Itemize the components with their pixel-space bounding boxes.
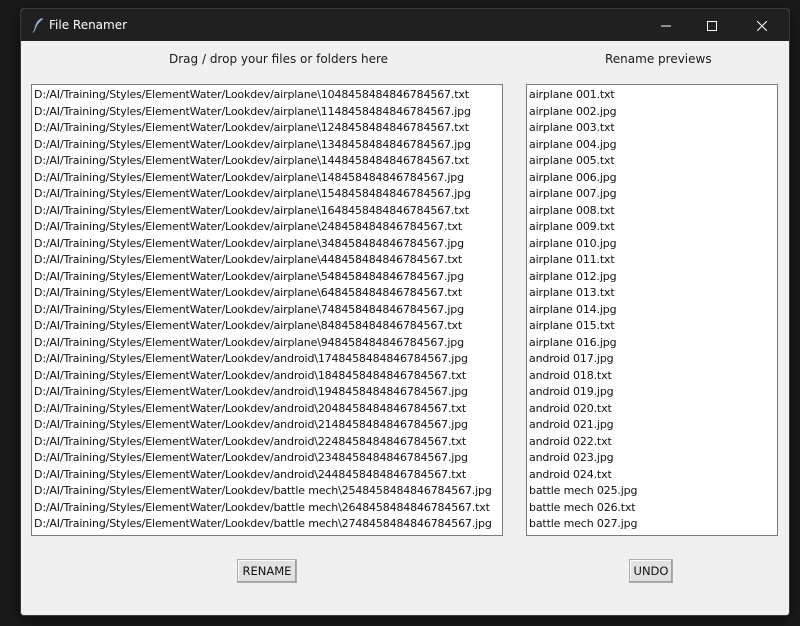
preview-list-item[interactable]: airplane 015.txt <box>529 318 777 335</box>
file-list-item[interactable]: D:/AI/Training/Styles/ElementWater/Lookd… <box>34 335 502 352</box>
preview-list-item[interactable]: airplane 006.jpg <box>529 170 777 187</box>
preview-list-item[interactable]: android 019.jpg <box>529 384 777 401</box>
minimize-button[interactable] <box>643 9 689 41</box>
preview-list-item[interactable]: airplane 005.txt <box>529 153 777 170</box>
close-button[interactable] <box>739 9 785 41</box>
file-list-item[interactable]: D:/AI/Training/Styles/ElementWater/Lookd… <box>34 318 502 335</box>
file-list-item[interactable]: D:/AI/Training/Styles/ElementWater/Lookd… <box>34 236 502 253</box>
file-list-item[interactable]: D:/AI/Training/Styles/ElementWater/Lookd… <box>34 368 502 385</box>
file-list-item[interactable]: D:/AI/Training/Styles/ElementWater/Lookd… <box>34 516 502 533</box>
file-list-item[interactable]: D:/AI/Training/Styles/ElementWater/Lookd… <box>34 153 502 170</box>
file-list-item[interactable]: D:/AI/Training/Styles/ElementWater/Lookd… <box>34 500 502 517</box>
preview-list-item[interactable]: airplane 010.jpg <box>529 236 777 253</box>
preview-list-item[interactable]: battle mech 027.jpg <box>529 516 777 533</box>
preview-list-item[interactable]: android 023.jpg <box>529 450 777 467</box>
preview-list-items: airplane 001.txt airplane 002.jpg airplane… <box>529 87 777 533</box>
preview-list-item[interactable]: airplane 001.txt <box>529 87 777 104</box>
preview-list-item[interactable]: airplane 013.txt <box>529 285 777 302</box>
feather-icon <box>31 17 45 33</box>
file-list-item[interactable]: D:/AI/Training/Styles/ElementWater/Lookd… <box>34 384 502 401</box>
undo-button[interactable]: UNDO <box>629 559 673 583</box>
previews-label: Rename previews <box>605 52 712 66</box>
file-list-item[interactable]: D:/AI/Training/Styles/ElementWater/Lookd… <box>34 219 502 236</box>
file-list-item[interactable]: D:/AI/Training/Styles/ElementWater/Lookd… <box>34 351 502 368</box>
file-list-item[interactable]: D:/AI/Training/Styles/ElementWater/Lookd… <box>34 483 502 500</box>
preview-list-item[interactable]: airplane 016.jpg <box>529 335 777 352</box>
preview-list-item[interactable]: airplane 003.txt <box>529 120 777 137</box>
preview-list-item[interactable]: android 024.txt <box>529 467 777 484</box>
preview-list-item[interactable]: airplane 012.jpg <box>529 269 777 286</box>
preview-list-item[interactable]: airplane 008.txt <box>529 203 777 220</box>
file-list-item[interactable]: D:/AI/Training/Styles/ElementWater/Lookd… <box>34 417 502 434</box>
preview-list-item[interactable]: android 021.jpg <box>529 417 777 434</box>
file-list-item[interactable]: D:/AI/Training/Styles/ElementWater/Lookd… <box>34 186 502 203</box>
preview-list-item[interactable]: airplane 009.txt <box>529 219 777 236</box>
preview-list-item[interactable]: airplane 004.jpg <box>529 137 777 154</box>
file-list-item[interactable]: D:/AI/Training/Styles/ElementWater/Lookd… <box>34 252 502 269</box>
file-list-item[interactable]: D:/AI/Training/Styles/ElementWater/Lookd… <box>34 203 502 220</box>
file-list-item[interactable]: D:/AI/Training/Styles/ElementWater/Lookd… <box>34 120 502 137</box>
file-list-item[interactable]: D:/AI/Training/Styles/ElementWater/Lookd… <box>34 269 502 286</box>
preview-list-item[interactable]: airplane 002.jpg <box>529 104 777 121</box>
preview-list-item[interactable]: android 017.jpg <box>529 351 777 368</box>
file-list-item[interactable]: D:/AI/Training/Styles/ElementWater/Lookd… <box>34 104 502 121</box>
preview-list[interactable]: airplane 001.txt airplane 002.jpg airplane… <box>526 84 778 536</box>
file-list-item[interactable]: D:/AI/Training/Styles/ElementWater/Lookd… <box>34 467 502 484</box>
preview-list-item[interactable]: android 020.txt <box>529 401 777 418</box>
app-window: File Renamer Drag / drop your files or f… <box>20 8 790 616</box>
minimize-icon <box>661 16 671 35</box>
maximize-icon <box>707 16 717 35</box>
file-list-item[interactable]: D:/AI/Training/Styles/ElementWater/Lookd… <box>34 302 502 319</box>
file-list-item[interactable]: D:/AI/Training/Styles/ElementWater/Lookd… <box>34 434 502 451</box>
file-list-item[interactable]: D:/AI/Training/Styles/ElementWater/Lookd… <box>34 170 502 187</box>
file-list-items: D:/AI/Training/Styles/ElementWater/Lookd… <box>34 87 502 533</box>
file-list[interactable]: D:/AI/Training/Styles/ElementWater/Lookd… <box>31 84 503 536</box>
maximize-button[interactable] <box>689 9 735 41</box>
file-list-item[interactable]: D:/AI/Training/Styles/ElementWater/Lookd… <box>34 450 502 467</box>
preview-list-item[interactable]: android 022.txt <box>529 434 777 451</box>
main-content: Drag / drop your files or folders here R… <box>21 41 789 615</box>
drop-zone-label: Drag / drop your files or folders here <box>169 52 389 66</box>
preview-list-item[interactable]: airplane 007.jpg <box>529 186 777 203</box>
preview-list-item[interactable]: android 018.txt <box>529 368 777 385</box>
preview-list-item[interactable]: airplane 014.jpg <box>529 302 777 319</box>
file-list-item[interactable]: D:/AI/Training/Styles/ElementWater/Lookd… <box>34 87 502 104</box>
file-list-item[interactable]: D:/AI/Training/Styles/ElementWater/Lookd… <box>34 285 502 302</box>
file-list-item[interactable]: D:/AI/Training/Styles/ElementWater/Lookd… <box>34 401 502 418</box>
preview-list-item[interactable]: battle mech 026.txt <box>529 500 777 517</box>
title-bar[interactable]: File Renamer <box>21 9 789 41</box>
preview-list-item[interactable]: airplane 011.txt <box>529 252 777 269</box>
close-icon <box>756 16 768 35</box>
rename-button[interactable]: RENAME <box>237 559 297 583</box>
file-list-item[interactable]: D:/AI/Training/Styles/ElementWater/Lookd… <box>34 137 502 154</box>
preview-list-item[interactable]: battle mech 025.jpg <box>529 483 777 500</box>
window-title: File Renamer <box>49 18 128 32</box>
